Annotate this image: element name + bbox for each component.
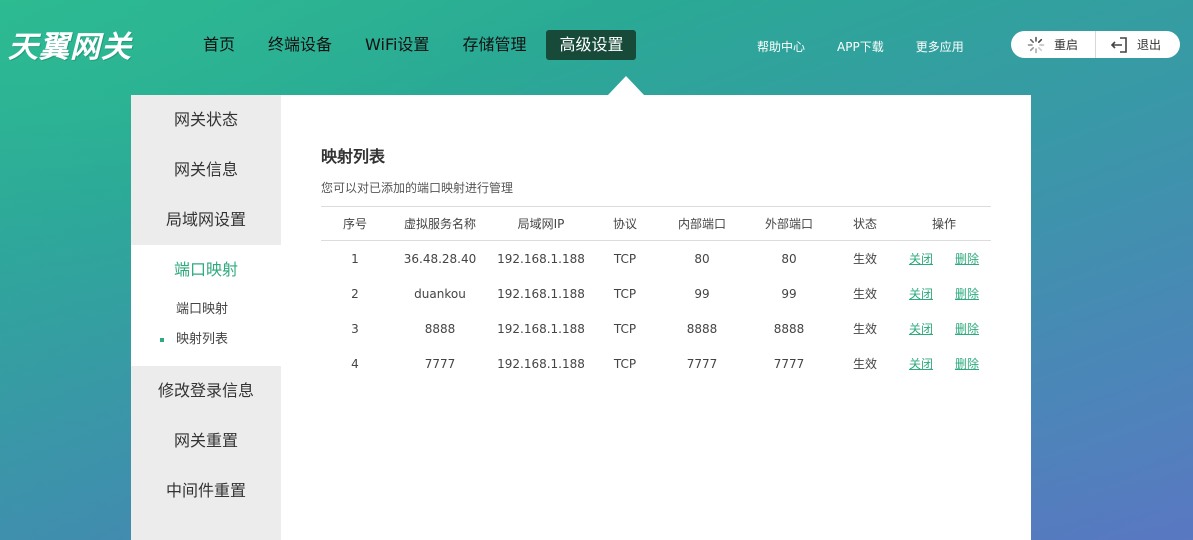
sidebar-subitem-port-mapping[interactable]: 端口映射 — [131, 295, 281, 325]
nav-item-wifi[interactable]: WiFi设置 — [352, 30, 442, 60]
logout-arrow-icon — [1110, 36, 1127, 53]
cell-no: 4 — [351, 357, 359, 371]
nav-active-pointer — [608, 76, 644, 95]
page-description: 您可以对已添加的端口映射进行管理 — [321, 181, 514, 195]
app-download-link[interactable]: APP下载 — [837, 38, 884, 55]
header-internal-port: 内部端口 — [677, 217, 726, 231]
header: 天翼网关 首页 终端设备 WiFi设置 存储管理 高级设置 帮助中心 APP下载… — [0, 0, 1193, 90]
nav-item-storage[interactable]: 存储管理 — [449, 30, 539, 60]
sidebar-item-lan-settings[interactable]: 局域网设置 — [131, 195, 281, 245]
cell-name: 36.48.28.40 — [403, 252, 477, 266]
main-panel: 映射列表 您可以对已添加的端口映射进行管理 序号 虚拟服务名称 局域网IP 协议… — [281, 95, 1031, 540]
more-apps-link[interactable]: 更多应用 — [916, 38, 964, 55]
sidebar-subitem-mapping-list[interactable]: 映射列表 — [131, 325, 281, 355]
cell-no: 2 — [351, 287, 359, 301]
header-name: 虚拟服务名称 — [403, 217, 476, 231]
close-link[interactable]: 关闭 — [909, 242, 933, 277]
cell-protocol: TCP — [613, 357, 637, 371]
header-no: 序号 — [342, 217, 367, 231]
table-row: 1 36.48.28.40 192.168.1.188 TCP 80 80 生效… — [321, 242, 991, 277]
nav-item-devices[interactable]: 终端设备 — [255, 30, 345, 60]
table-body: 1 36.48.28.40 192.168.1.188 TCP 80 80 生效… — [321, 241, 991, 382]
cell-internal-port: 99 — [694, 287, 710, 301]
selected-dot-icon — [160, 338, 164, 342]
logout-button[interactable]: 退出 — [1096, 31, 1161, 58]
delete-link[interactable]: 删除 — [955, 277, 979, 312]
cell-protocol: TCP — [613, 252, 637, 266]
logout-label: 退出 — [1137, 38, 1162, 52]
main-nav: 首页 终端设备 WiFi设置 存储管理 高级设置 — [190, 30, 643, 60]
action-pill: 重启 退出 — [1011, 31, 1180, 58]
close-link[interactable]: 关闭 — [909, 312, 933, 347]
cell-actions: 关闭 删除 — [897, 277, 991, 312]
table-header: 序号 虚拟服务名称 局域网IP 协议 内部端口 外部端口 状态 操作 — [321, 206, 991, 241]
cell-status: 生效 — [852, 287, 877, 301]
header-ip: 局域网IP — [517, 217, 565, 231]
cell-ip: 192.168.1.188 — [497, 287, 585, 301]
logo: 天翼网关 — [8, 30, 132, 65]
sidebar-item-gateway-reset[interactable]: 网关重置 — [131, 416, 281, 466]
cell-external-port: 99 — [781, 287, 797, 301]
cell-ip: 192.168.1.188 — [497, 322, 585, 336]
loading-spinner-icon — [1027, 36, 1045, 53]
header-external-port: 外部端口 — [764, 217, 813, 231]
sidebar-item-login-info[interactable]: 修改登录信息 — [131, 366, 281, 416]
close-link[interactable]: 关闭 — [909, 277, 933, 312]
sidebar-item-middleware-reset[interactable]: 中间件重置 — [131, 466, 281, 516]
page-title: 映射列表 — [321, 147, 386, 166]
sidebar-item-port-mapping[interactable]: 端口映射 — [131, 245, 281, 295]
top-links: 帮助中心 APP下载 更多应用 — [757, 38, 996, 55]
sidebar-subitem-label: 映射列表 — [176, 332, 229, 347]
cell-internal-port: 7777 — [686, 357, 718, 371]
cell-no: 3 — [351, 322, 359, 336]
delete-link[interactable]: 删除 — [955, 312, 979, 347]
cell-ip: 192.168.1.188 — [497, 252, 585, 266]
sidebar-item-gateway-status[interactable]: 网关状态 — [131, 95, 281, 145]
cell-actions: 关闭 删除 — [897, 347, 991, 382]
cell-internal-port: 80 — [694, 252, 710, 266]
cell-external-port: 7777 — [773, 357, 805, 371]
help-center-link[interactable]: 帮助中心 — [757, 38, 805, 55]
table-row: 3 8888 192.168.1.188 TCP 8888 8888 生效 关闭… — [321, 312, 991, 347]
cell-ip: 192.168.1.188 — [497, 357, 585, 371]
cell-actions: 关闭 删除 — [897, 242, 991, 277]
cell-status: 生效 — [852, 357, 877, 371]
header-status: 状态 — [852, 217, 877, 231]
restart-label: 重启 — [1054, 38, 1079, 52]
cell-name: 7777 — [424, 357, 456, 371]
delete-link[interactable]: 删除 — [955, 242, 979, 277]
table-row: 4 7777 192.168.1.188 TCP 7777 7777 生效 关闭… — [321, 347, 991, 382]
header-actions: 操作 — [931, 217, 956, 231]
cell-external-port: 8888 — [773, 322, 805, 336]
cell-internal-port: 8888 — [686, 322, 718, 336]
cell-status: 生效 — [852, 252, 877, 266]
cell-protocol: TCP — [613, 287, 637, 301]
sidebar: 网关状态 网关信息 局域网设置 端口映射 端口映射 映射列表 修改登录信息 网关… — [131, 95, 281, 540]
close-link[interactable]: 关闭 — [909, 347, 933, 382]
cell-protocol: TCP — [613, 322, 637, 336]
cell-name: duankou — [414, 287, 466, 301]
cell-actions: 关闭 删除 — [897, 312, 991, 347]
nav-item-advanced[interactable]: 高级设置 — [546, 30, 637, 60]
cell-no: 1 — [351, 252, 359, 266]
mapping-table: 序号 虚拟服务名称 局域网IP 协议 内部端口 外部端口 状态 操作 1 36.… — [321, 206, 991, 382]
sidebar-item-gateway-info[interactable]: 网关信息 — [131, 145, 281, 195]
cell-name: 8888 — [424, 322, 456, 336]
header-protocol: 协议 — [612, 217, 637, 231]
cell-status: 生效 — [852, 322, 877, 336]
nav-item-home[interactable]: 首页 — [190, 30, 248, 60]
cell-external-port: 80 — [781, 252, 797, 266]
restart-button[interactable]: 重启 — [1011, 31, 1096, 58]
sidebar-subitem-label: 端口映射 — [176, 302, 229, 317]
delete-link[interactable]: 删除 — [955, 347, 979, 382]
sidebar-group-port-mapping: 端口映射 端口映射 映射列表 — [131, 245, 281, 366]
table-row: 2 duankou 192.168.1.188 TCP 99 99 生效 关闭 … — [321, 277, 991, 312]
